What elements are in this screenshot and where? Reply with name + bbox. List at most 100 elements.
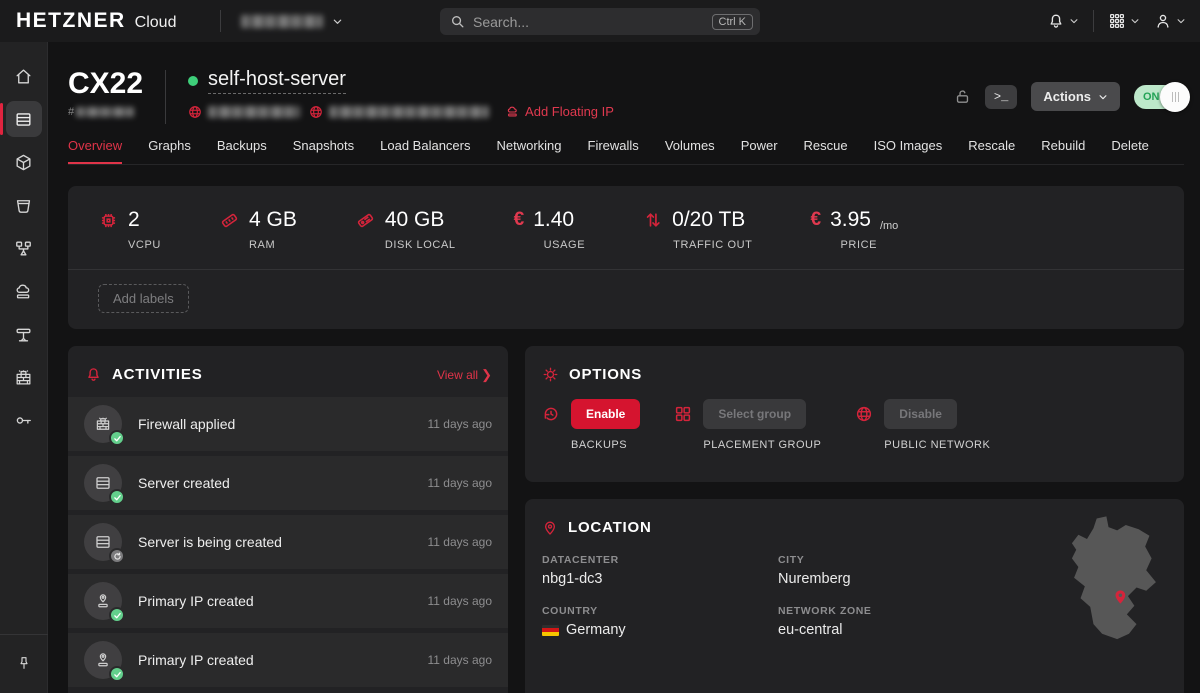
search-bar[interactable]: Ctrl K: [440, 8, 760, 35]
topbar-divider: [220, 10, 221, 32]
tab-load-balancers[interactable]: Load Balancers: [380, 138, 470, 164]
firewall-icon: [94, 415, 112, 433]
activity-row: Firewall applied 11 days ago: [68, 397, 508, 451]
tab-firewalls[interactable]: Firewalls: [588, 138, 639, 164]
chevron-down-icon: [1130, 16, 1140, 26]
redacted-server-id: [76, 107, 134, 117]
tab-delete[interactable]: Delete: [1111, 138, 1149, 164]
chevron-down-icon: [1069, 16, 1079, 26]
success-badge: [109, 489, 125, 505]
topbar-right: [1047, 0, 1186, 42]
placement-group-icon: [674, 405, 692, 423]
option-backups: Enable BACKUPS: [542, 399, 640, 451]
apps-menu[interactable]: [1108, 12, 1140, 30]
options-title: OPTIONS: [569, 366, 642, 383]
ipv6-address: [309, 105, 489, 119]
key-icon: [14, 411, 33, 430]
gear-icon: [542, 366, 559, 383]
brand-cloud: Cloud: [135, 14, 177, 32]
check-icon: [113, 670, 122, 679]
tab-networking[interactable]: Networking: [496, 138, 561, 164]
tab-iso-images[interactable]: ISO Images: [874, 138, 943, 164]
tab-rescale[interactable]: Rescale: [968, 138, 1015, 164]
hetzner-cloud-console: HETZNER Cloud Ctrl K: [0, 0, 1200, 693]
sidebar-item-servers[interactable]: [6, 101, 42, 137]
check-icon: [113, 611, 122, 620]
notifications-menu[interactable]: [1047, 12, 1079, 30]
activities-title: ACTIVITIES: [112, 366, 203, 383]
check-icon: [113, 493, 122, 502]
tab-rescue[interactable]: Rescue: [804, 138, 848, 164]
tab-backups[interactable]: Backups: [217, 138, 267, 164]
floating-ip-icon: [14, 282, 33, 301]
tab-power[interactable]: Power: [741, 138, 778, 164]
bell-icon: [85, 366, 102, 383]
actions-button[interactable]: Actions: [1031, 82, 1120, 111]
primary-ip-icon: [94, 651, 112, 669]
tab-snapshots[interactable]: Snapshots: [293, 138, 354, 164]
power-state-label: ON: [1143, 91, 1160, 103]
brand-logo[interactable]: HETZNER Cloud: [16, 9, 176, 33]
cpu-icon: [98, 210, 119, 231]
success-badge: [109, 666, 125, 682]
main-content: CX22 # self-host-server: [48, 42, 1200, 693]
view-all-link[interactable]: View all ❯: [437, 368, 492, 382]
ram-icon: [219, 210, 240, 231]
disable-public-network-button[interactable]: Disable: [884, 399, 957, 429]
tab-overview[interactable]: Overview: [68, 138, 122, 164]
sidebar-item-firewalls[interactable]: [6, 359, 42, 395]
sidebar-item-home[interactable]: [6, 58, 42, 94]
activity-avatar: [84, 641, 122, 679]
grid-apps-icon: [1108, 12, 1126, 30]
location-pin-icon: [542, 520, 558, 536]
stat-ram: 4 GB RAM: [219, 208, 297, 251]
redacted-ipv6: [329, 106, 489, 118]
select-placement-group-button[interactable]: Select group: [703, 399, 806, 429]
activity-row: Primary IP created 11 days ago: [68, 633, 508, 687]
ipv4-address: [188, 105, 300, 119]
success-badge: [109, 607, 125, 623]
account-menu[interactable]: [1154, 12, 1186, 30]
power-toggle[interactable]: ON: [1134, 85, 1184, 109]
header-divider: [165, 70, 166, 124]
console-button[interactable]: >_: [985, 85, 1017, 109]
globe-icon: [188, 105, 202, 119]
tab-graphs[interactable]: Graphs: [148, 138, 191, 164]
tab-rebuild[interactable]: Rebuild: [1041, 138, 1085, 164]
sidebar-item-security[interactable]: [6, 402, 42, 438]
topbar-divider: [1093, 10, 1094, 32]
activities-card: ACTIVITIES View all ❯ Firewall applied 1…: [68, 346, 508, 693]
server-name-editable[interactable]: self-host-server: [208, 68, 346, 94]
terminal-icon: >_: [994, 90, 1008, 104]
stat-price: € 3.95 /mo PRICE: [810, 208, 898, 251]
bell-icon: [1047, 12, 1065, 30]
sidebar-item-object-storage[interactable]: [6, 187, 42, 223]
globe-icon: [309, 105, 323, 119]
labels-section: Add labels: [68, 269, 1184, 329]
check-icon: [113, 434, 122, 443]
activity-avatar: [84, 405, 122, 443]
sidebar-item-networks[interactable]: [6, 316, 42, 352]
server-id: #: [68, 106, 143, 118]
sidebar-item-floating-ips[interactable]: [6, 273, 42, 309]
pin-icon: [16, 655, 32, 671]
activity-row: Server is being created 11 days ago: [68, 515, 508, 569]
topbar: HETZNER Cloud Ctrl K: [0, 0, 1200, 42]
enable-backups-button[interactable]: Enable: [571, 399, 640, 429]
pending-badge: [109, 548, 125, 564]
tab-volumes[interactable]: Volumes: [665, 138, 715, 164]
option-public-network: Disable PUBLIC NETWORK: [855, 399, 990, 451]
activity-avatar: [84, 582, 122, 620]
stat-vcpu: 2 VCPU: [98, 208, 161, 251]
sidebar-item-volumes[interactable]: [6, 144, 42, 180]
add-floating-ip-link[interactable]: Add Floating IP: [506, 104, 614, 119]
server-header: CX22 # self-host-server: [68, 68, 1184, 124]
sidebar-item-load-balancers[interactable]: [6, 230, 42, 266]
add-labels-button[interactable]: Add labels: [98, 284, 189, 313]
germany-map: [1054, 511, 1176, 656]
firewall-icon: [14, 368, 33, 387]
sidebar-pin-toggle[interactable]: [6, 645, 42, 681]
project-selector[interactable]: [241, 15, 343, 28]
search-input[interactable]: [473, 14, 712, 30]
load-balancer-icon: [14, 239, 33, 258]
